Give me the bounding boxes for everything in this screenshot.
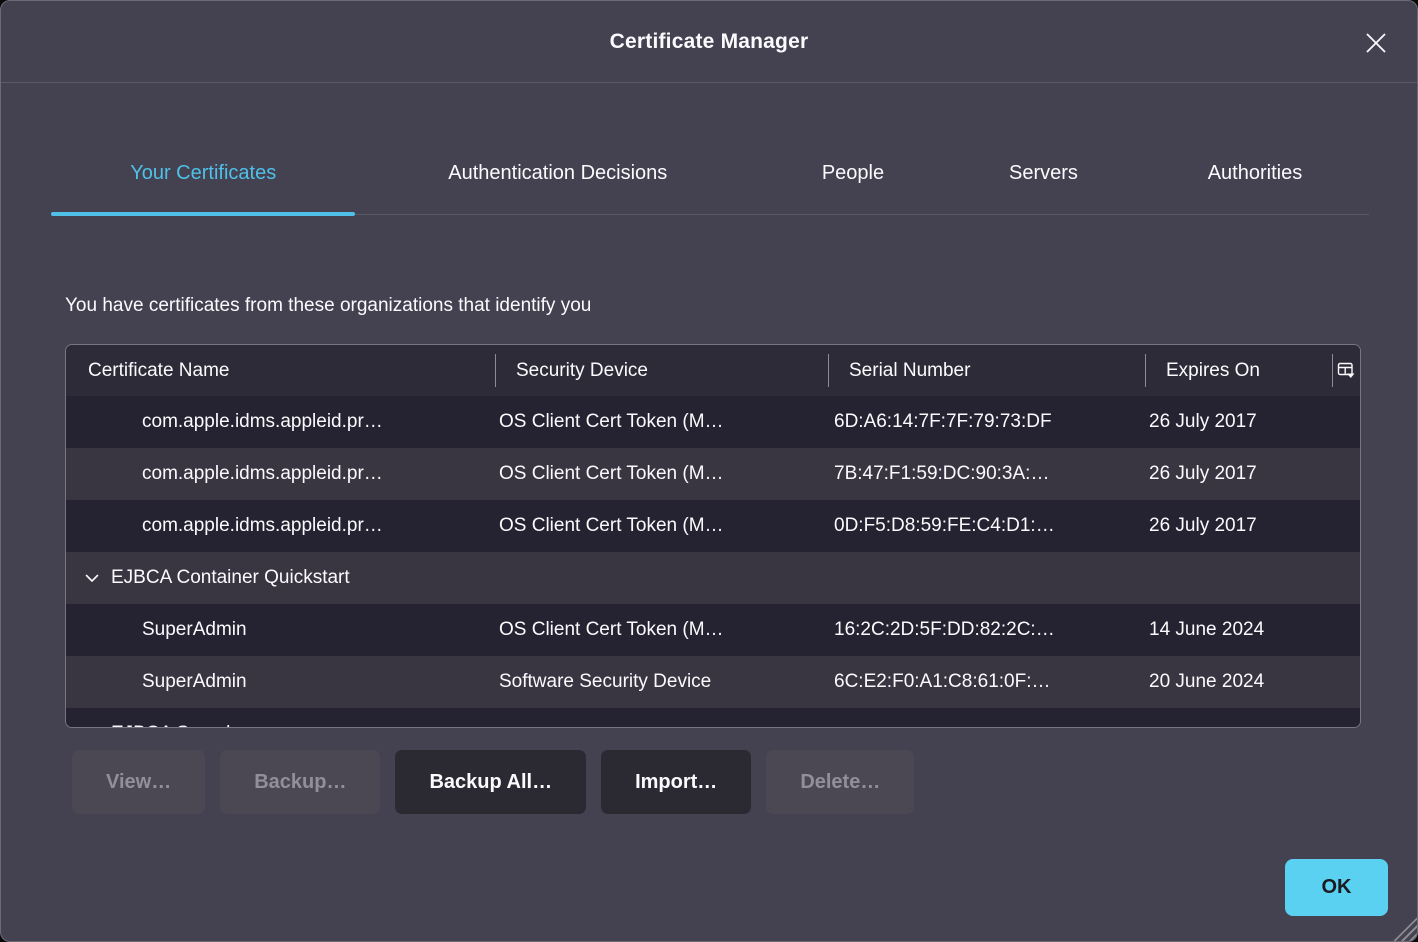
tab-authentication-decisions[interactable]: Authentication Decisions [355,133,760,214]
security-device-cell: OS Client Cert Token (M… [495,604,828,656]
serial-number-cell: 6C:E2:F0:A1:C8:61:0F:… [828,656,1145,708]
ok-button[interactable]: OK [1285,859,1388,916]
group-header-cell: EJBCA Sample [66,708,1360,727]
serial-number-cell: 16:2C:2D:5F:DD:82:2C:… [828,604,1145,656]
certificate-table: Certificate Name Security Device Serial … [65,344,1361,728]
cert-name-cell: com.apple.idms.appleid.pr… [66,396,495,448]
import-button[interactable]: Import… [601,750,751,814]
group-label: EJBCA Sample [111,723,241,727]
chevron-down-icon [84,570,100,586]
tab-strip: Your Certificates Authentication Decisio… [51,133,1369,215]
serial-number-cell: 0D:F5:D8:59:FE:C4:D1:… [828,500,1145,552]
serial-number-cell: 7B:47:F1:59:DC:90:3A:… [828,448,1145,500]
cert-name-cell: com.apple.idms.appleid.pr… [66,448,495,500]
close-button[interactable] [1353,20,1399,66]
cert-name-cell: SuperAdmin [66,656,495,708]
table-row[interactable]: SuperAdminSoftware Security Device6C:E2:… [66,656,1360,708]
table-header: Certificate Name Security Device Serial … [66,345,1360,396]
chevron-down-icon [84,726,100,727]
title-bar: Certificate Manager [1,1,1417,83]
backup-all-button[interactable]: Backup All… [395,750,586,814]
resize-grip[interactable] [1387,911,1417,941]
group-row[interactable]: EJBCA Container Quickstart [66,552,1360,604]
table-row[interactable]: com.apple.idms.appleid.pr…OS Client Cert… [66,396,1360,448]
column-header-expires-on[interactable]: Expires On [1145,345,1332,396]
expires-on-cell: 20 June 2024 [1145,656,1360,708]
column-picker-icon [1337,361,1356,380]
column-header-serial-number[interactable]: Serial Number [828,345,1145,396]
expires-on-cell: 26 July 2017 [1145,396,1360,448]
tab-servers[interactable]: Servers [946,133,1141,214]
group-header-cell: EJBCA Container Quickstart [66,552,1360,604]
expires-on-cell: 26 July 2017 [1145,448,1360,500]
column-header-certificate-name[interactable]: Certificate Name [66,345,495,396]
tab-authorities[interactable]: Authorities [1141,133,1369,214]
tab-people[interactable]: People [760,133,946,214]
dialog-title: Certificate Manager [610,30,809,54]
group-label: EJBCA Container Quickstart [111,567,350,589]
action-buttons: View…Backup…Backup All…Import…Delete… [72,750,1417,814]
security-device-cell: Software Security Device [495,656,828,708]
cert-name-cell: com.apple.idms.appleid.pr… [66,500,495,552]
expires-on-cell: 14 June 2024 [1145,604,1360,656]
intro-text: You have certificates from these organiz… [65,295,1353,317]
column-header-security-device[interactable]: Security Device [495,345,828,396]
security-device-cell: OS Client Cert Token (M… [495,396,828,448]
serial-number-cell: 6D:A6:14:7F:7F:79:73:DF [828,396,1145,448]
close-icon [1363,30,1389,56]
expires-on-cell: 26 July 2017 [1145,500,1360,552]
certificate-table-body: com.apple.idms.appleid.pr…OS Client Cert… [66,396,1360,727]
column-picker-button[interactable] [1332,345,1360,396]
certificate-manager-dialog: Certificate Manager Your Certificates Au… [0,0,1418,942]
delete-button: Delete… [766,750,914,814]
tab-your-certificates[interactable]: Your Certificates [51,133,355,214]
view-button: View… [72,750,205,814]
table-row[interactable]: com.apple.idms.appleid.pr…OS Client Cert… [66,448,1360,500]
security-device-cell: OS Client Cert Token (M… [495,500,828,552]
table-row[interactable]: com.apple.idms.appleid.pr…OS Client Cert… [66,500,1360,552]
cert-name-cell: SuperAdmin [66,604,495,656]
group-row[interactable]: EJBCA Sample [66,708,1360,727]
table-row[interactable]: SuperAdminOS Client Cert Token (M…16:2C:… [66,604,1360,656]
security-device-cell: OS Client Cert Token (M… [495,448,828,500]
backup-button: Backup… [220,750,380,814]
